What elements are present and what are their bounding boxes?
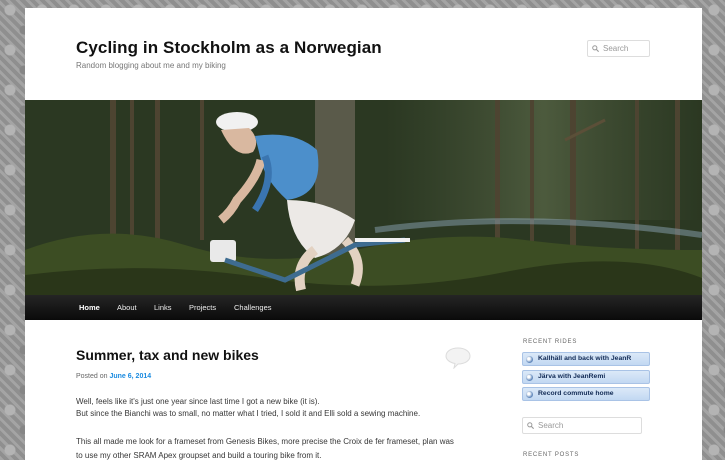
nav-home[interactable]: Home <box>79 303 100 312</box>
post-title[interactable]: Summer, tax and new bikes <box>76 347 259 363</box>
ride-label: Järva with JeanRemi <box>538 373 606 380</box>
forest-cyclist-photo <box>25 100 702 295</box>
search-icon <box>527 422 534 429</box>
post-meta-prefix: Posted on <box>76 373 108 380</box>
nav-links[interactable]: Links <box>154 303 172 312</box>
ride-link[interactable]: Kallhäll and back with JeanR <box>522 352 650 366</box>
ride-bullet-icon <box>526 391 533 398</box>
header-search-input[interactable]: Search <box>587 40 650 57</box>
post-paragraph: But since the Bianchi was to small, no m… <box>76 409 421 418</box>
search-icon <box>592 45 599 52</box>
ride-label: Record commute home <box>538 390 614 397</box>
header-banner-image[interactable] <box>25 100 702 295</box>
post-meta: Posted on June 6, 2014 <box>76 373 151 380</box>
main-navigation: Home About Links Projects Challenges <box>25 295 702 320</box>
sidebar-search-input[interactable]: Search <box>522 417 642 434</box>
nav-about[interactable]: About <box>117 303 137 312</box>
comment-bubble-icon[interactable] <box>445 347 471 369</box>
recent-posts-heading: RECENT POSTS <box>523 452 580 458</box>
page-container: Cycling in Stockholm as a Norwegian Rand… <box>25 8 702 460</box>
ride-bullet-icon <box>526 374 533 381</box>
post-paragraph: Well, feels like it's just one year sinc… <box>76 397 320 406</box>
ride-link[interactable]: Record commute home <box>522 387 650 401</box>
post-paragraph: to use my other SRAM Apex groupset and b… <box>76 451 322 460</box>
post-date-link[interactable]: June 6, 2014 <box>109 373 151 380</box>
post-paragraph: This all made me look for a frameset fro… <box>76 437 454 446</box>
recent-rides-heading: RECENT RIDES <box>523 339 578 345</box>
site-description: Random blogging about me and my biking <box>76 61 226 70</box>
nav-challenges[interactable]: Challenges <box>234 303 272 312</box>
nav-projects[interactable]: Projects <box>189 303 216 312</box>
ride-bullet-icon <box>526 356 533 363</box>
header-search-placeholder: Search <box>603 44 629 53</box>
sidebar-search-placeholder: Search <box>538 421 564 430</box>
site-title[interactable]: Cycling in Stockholm as a Norwegian <box>76 38 382 58</box>
ride-label: Kallhäll and back with JeanR <box>538 355 632 362</box>
ride-link[interactable]: Järva with JeanRemi <box>522 370 650 384</box>
